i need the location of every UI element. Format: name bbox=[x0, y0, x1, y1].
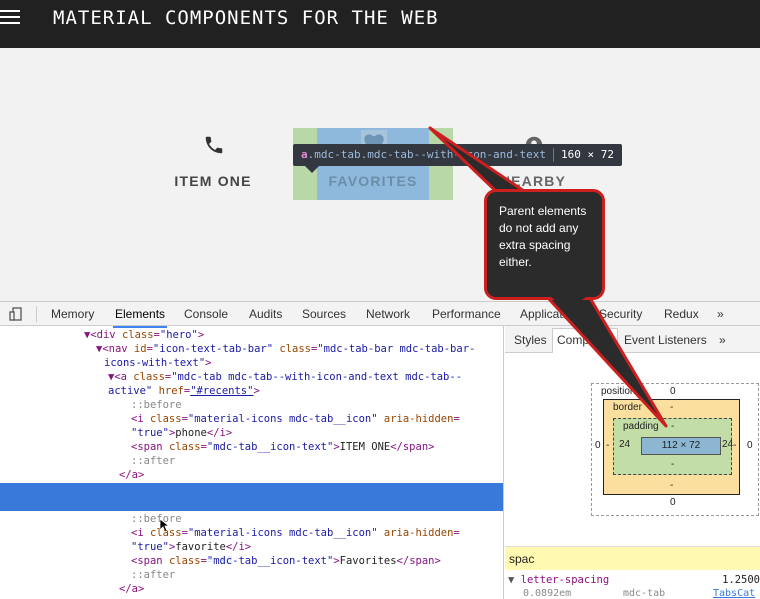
tooltip-caret bbox=[305, 166, 319, 173]
tab-redux[interactable]: Redux bbox=[664, 307, 699, 321]
padding-top-value: - bbox=[671, 421, 675, 432]
computed-property-trace: 0.0892em mdc-tab TabsCat bbox=[505, 588, 760, 599]
trace-selector: mdc-tab bbox=[623, 588, 666, 599]
border-right-value: - bbox=[733, 440, 737, 451]
trace-value: 0.0892em bbox=[523, 588, 572, 599]
tab-memory[interactable]: Memory bbox=[51, 307, 94, 321]
tab-security[interactable]: Security bbox=[599, 307, 642, 321]
tab-network[interactable]: Network bbox=[366, 307, 410, 321]
tree-node-a-favorites-selected[interactable]: ▼<a class="mdc-tab mdc-tab--with-icon-an… bbox=[0, 483, 503, 567]
toolbar-divider bbox=[36, 306, 37, 322]
position-right-value: 0 bbox=[747, 440, 753, 451]
tooltip-tag: a bbox=[301, 148, 308, 161]
tab-performance[interactable]: Performance bbox=[432, 307, 501, 321]
position-top-value: 0 bbox=[670, 386, 676, 397]
more-tabs-button[interactable]: » bbox=[717, 307, 724, 321]
menu-icon[interactable] bbox=[0, 10, 20, 26]
tree-node-i[interactable]: <i class="material-icons mdc-tab__icon" … bbox=[0, 412, 503, 426]
tree-node-span[interactable]: <span class="mdc-tab__icon-text">ITEM ON… bbox=[0, 440, 503, 454]
phone-icon bbox=[205, 136, 223, 154]
styles-sidebar: Styles Computed Event Listeners » positi… bbox=[505, 326, 760, 599]
tab-console[interactable]: Console bbox=[184, 307, 228, 321]
app-title: MATERIAL COMPONENTS FOR THE WEB bbox=[53, 7, 439, 29]
tab-label: ITEM ONE bbox=[174, 173, 252, 189]
tree-node-a-recents[interactable]: ▼<a class="mdc-tab mdc-tab--with-icon-an… bbox=[0, 370, 503, 384]
tree-node-close-a[interactable]: </a> bbox=[0, 582, 503, 596]
tree-node-hero[interactable]: ▼<div class="hero"> bbox=[0, 328, 503, 342]
computed-filter-input[interactable]: spac bbox=[505, 546, 760, 570]
box-model-position: position 0 0 0 0 border - - - - padding … bbox=[591, 383, 759, 516]
hero: ITEM ONE FAVORITES NEARBY a.mdc-tab.mdc-… bbox=[0, 48, 760, 301]
elements-tree: ▼<div class="hero"> ▼<nav id="icon-text-… bbox=[0, 326, 504, 599]
tree-node-span[interactable]: <span class="mdc-tab__icon-text">Favorit… bbox=[0, 554, 503, 568]
tab-event-listeners[interactable]: Event Listeners bbox=[624, 333, 707, 347]
devtools-tab-bar: Memory Elements Console Audits Sources N… bbox=[0, 301, 760, 328]
device-toggle-icon[interactable] bbox=[9, 307, 23, 321]
tab-item-one[interactable]: ITEM ONE bbox=[133, 128, 293, 200]
border-label: border bbox=[613, 402, 642, 413]
border-left-value: - bbox=[606, 440, 610, 451]
property-value: 1.2500 bbox=[722, 574, 760, 586]
tree-node-close-a[interactable]: </a> bbox=[0, 468, 503, 482]
tab-audits[interactable]: Audits bbox=[249, 307, 282, 321]
box-model-diagram: position 0 0 0 0 border - - - - padding … bbox=[591, 383, 760, 516]
padding-bottom-value: - bbox=[671, 459, 675, 470]
annotation-callout: Parent elements do not add any extra spa… bbox=[484, 189, 605, 300]
tab-sources[interactable]: Sources bbox=[302, 307, 346, 321]
tab-computed[interactable]: Computed bbox=[552, 328, 618, 353]
position-bottom-value: 0 bbox=[670, 497, 676, 508]
callout-text: Parent elements do not add any extra spa… bbox=[499, 204, 587, 269]
padding-left-value: 24 bbox=[619, 439, 631, 450]
tree-node-before[interactable]: ::before bbox=[0, 512, 503, 526]
border-top-value: - bbox=[670, 402, 674, 413]
devtools-panel: Memory Elements Console Audits Sources N… bbox=[0, 301, 760, 599]
tab-elements[interactable]: Elements bbox=[112, 307, 168, 328]
tab-label: NEARBY bbox=[499, 173, 567, 189]
tooltip-size: 160 × 72 bbox=[561, 148, 615, 161]
sidebar-more-button[interactable]: » bbox=[719, 333, 726, 347]
element-inspector-tooltip: a.mdc-tab.mdc-tab--with-icon-and-text 160… bbox=[293, 144, 623, 166]
tree-node-nav[interactable]: ▼<nav id="icon-text-tab-bar" class="mdc-… bbox=[0, 342, 503, 356]
tree-node-i[interactable]: <i class="material-icons mdc-tab__icon" … bbox=[0, 526, 503, 540]
filter-value: spac bbox=[509, 552, 535, 566]
computed-property-row[interactable]: ▼ letter-spacing 1.2500 bbox=[505, 574, 760, 586]
tree-node-i-cont: "true">phone</i> bbox=[131, 427, 233, 439]
sidebar-tab-bar: Styles Computed Event Listeners » bbox=[505, 326, 760, 353]
property-name: letter-spacing bbox=[520, 574, 610, 586]
tree-node-after[interactable]: ::after bbox=[0, 454, 503, 468]
box-model-border: border - - - - padding - 24 24 - 112 × 7… bbox=[603, 399, 740, 495]
tree-node-a-recents-cont: active" href="#recents"> bbox=[108, 385, 260, 397]
top-app-bar: MATERIAL COMPONENTS FOR THE WEB bbox=[0, 0, 760, 48]
tree-node-i-cont: "true">favorite</i> bbox=[131, 541, 252, 553]
tree-node-after[interactable]: ::after bbox=[0, 568, 503, 582]
trace-file-link[interactable]: TabsCat bbox=[713, 588, 755, 599]
border-bottom-value: - bbox=[670, 480, 674, 491]
tree-node-before[interactable]: ::before bbox=[0, 398, 503, 412]
box-model-padding: padding - 24 24 - 112 × 72 bbox=[613, 418, 734, 475]
position-label: position bbox=[601, 386, 636, 397]
tree-node-nav-cont: icons-with-text"> bbox=[104, 357, 212, 369]
position-left-value: 0 bbox=[595, 440, 601, 451]
tooltip-classes: .mdc-tab.mdc-tab--with-icon-and-text bbox=[307, 148, 547, 161]
tab-application[interactable]: Application bbox=[520, 307, 579, 321]
padding-right-value: 24 bbox=[722, 439, 734, 450]
tab-label: FAVORITES bbox=[328, 173, 418, 189]
box-model-content: 112 × 72 bbox=[641, 437, 721, 455]
tab-styles[interactable]: Styles bbox=[514, 333, 547, 347]
padding-label: padding bbox=[623, 421, 659, 432]
